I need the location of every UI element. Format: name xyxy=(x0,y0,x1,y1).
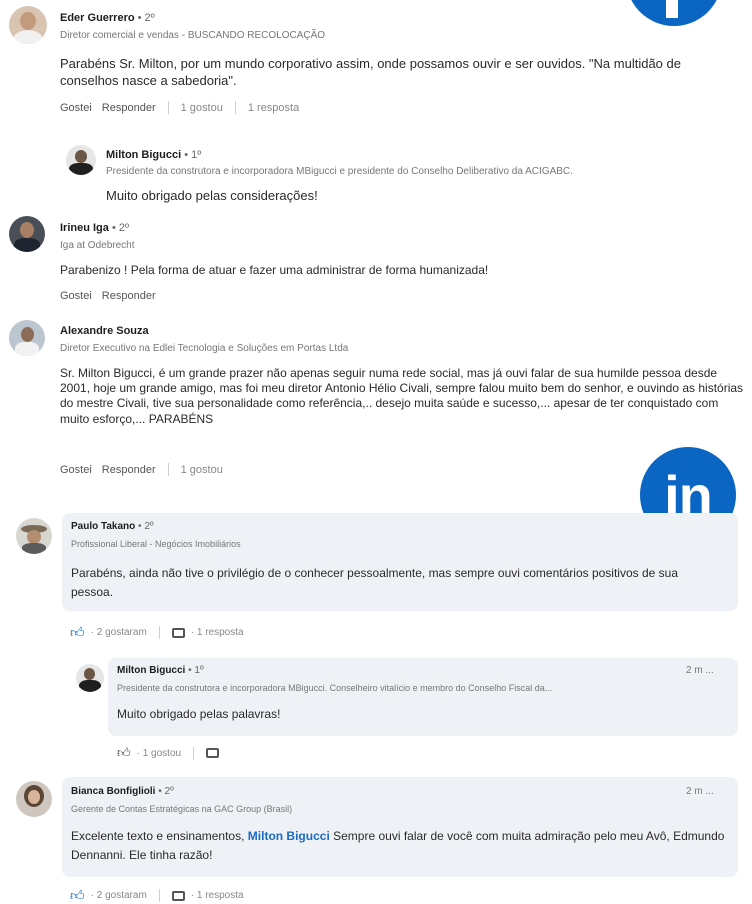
commenter-headline: Diretor comercial e vendas - BUSCANDO RE… xyxy=(60,30,326,41)
reply-button[interactable]: Responder xyxy=(102,290,156,302)
comment-text: Parabéns, ainda não tive o privilégio de… xyxy=(71,566,679,600)
commenter-name[interactable]: Alexandre Souza xyxy=(60,325,149,337)
like-button[interactable]: Gostei xyxy=(60,290,92,302)
likes-count[interactable]: · 2 gostaram xyxy=(91,627,147,638)
comment-icon[interactable] xyxy=(171,890,185,901)
avatar[interactable] xyxy=(76,664,104,692)
commenter-headline: Diretor Executivo na Edlei Tecnologia e … xyxy=(60,343,349,354)
comment-actions: Gostei Responder 1 gostou 1 resposta xyxy=(60,101,299,114)
reply-text: Muito obrigado pelas considerações! xyxy=(106,188,318,203)
commenter-name[interactable]: Paulo Takano • 2º xyxy=(71,521,154,532)
replies-count[interactable]: · 1 resposta xyxy=(191,890,244,901)
comment-text: Excelente texto e ensinamentos, Milton B… xyxy=(71,829,725,863)
avatar[interactable] xyxy=(16,781,52,817)
reply-author-name[interactable]: Milton Bigucci • 1º xyxy=(117,665,204,676)
comment-icon[interactable] xyxy=(206,748,220,758)
comment-timestamp: 2 m ... xyxy=(686,786,714,797)
comment-actions: 👍︎ · 2 gostaram · 1 resposta xyxy=(70,624,244,641)
commenter-name[interactable]: Irineu Iga • 2º xyxy=(60,222,129,234)
likes-count[interactable]: · 2 gostaram xyxy=(91,890,147,901)
mention-link[interactable]: Milton Bigucci xyxy=(248,829,330,843)
reply-author-headline: Presidente da construtora e incorporador… xyxy=(106,166,573,177)
comment-actions: 👍︎ · 2 gostaram · 1 resposta xyxy=(70,887,244,904)
like-outline-icon[interactable]: 👍︎ xyxy=(117,745,131,761)
avatar[interactable] xyxy=(16,518,52,554)
like-icon[interactable]: 👍︎ xyxy=(70,887,85,904)
like-button[interactable]: Gostei xyxy=(60,464,92,476)
divider xyxy=(234,101,236,114)
likes-count[interactable]: 1 gostou xyxy=(181,102,223,114)
comment-actions: Gostei Responder 1 gostou xyxy=(60,463,223,476)
divider xyxy=(193,746,195,760)
reply-actions: 👍︎ · 1 gostou xyxy=(117,745,220,761)
comment-text: Sr. Milton Bigucci, é um grande prazer n… xyxy=(60,366,744,426)
commenter-headline: Profissional Liberal - Negócios Imobiliá… xyxy=(71,539,241,549)
like-icon[interactable]: 👍︎ xyxy=(70,624,85,641)
comment-text: Parabenizo ! Pela forma de atuar e fazer… xyxy=(60,263,489,277)
commenter-headline: Iga at Odebrecht xyxy=(60,240,135,251)
likes-count[interactable]: 1 gostou xyxy=(181,464,223,476)
avatar[interactable] xyxy=(9,216,45,252)
reply-button[interactable]: Responder xyxy=(102,464,156,476)
like-button[interactable]: Gostei xyxy=(60,102,92,114)
comment-text: Parabéns Sr. Milton, por um mundo corpor… xyxy=(60,56,681,89)
reply-author-name[interactable]: Milton Bigucci • 1º xyxy=(106,149,201,161)
commenter-headline: Gerente de Contas Estratégicas na GAC Gr… xyxy=(71,804,293,814)
comment-icon[interactable] xyxy=(171,627,185,638)
divider xyxy=(167,463,169,476)
reply-button[interactable]: Responder xyxy=(102,102,156,114)
likes-count[interactable]: · 1 gostou xyxy=(137,748,181,759)
comment-actions: Gostei Responder xyxy=(60,290,156,302)
replies-count[interactable]: 1 resposta xyxy=(248,102,299,114)
commenter-name[interactable]: Eder Guerrero • 2º xyxy=(60,12,155,24)
avatar[interactable] xyxy=(9,6,47,44)
avatar[interactable] xyxy=(66,145,96,175)
divider xyxy=(158,626,160,639)
divider xyxy=(167,101,169,114)
commenter-name[interactable]: Bianca Bonfiglioli • 2º xyxy=(71,786,174,797)
reply-text: Muito obrigado pelas palavras! xyxy=(117,707,281,721)
avatar[interactable] xyxy=(9,320,45,356)
reply-timestamp: 2 m ... xyxy=(686,665,714,676)
divider xyxy=(158,889,160,902)
linkedin-logo-partial xyxy=(626,0,722,26)
replies-count[interactable]: · 1 resposta xyxy=(191,627,244,638)
reply-author-headline: Presidente da construtora e incorporador… xyxy=(117,683,553,693)
